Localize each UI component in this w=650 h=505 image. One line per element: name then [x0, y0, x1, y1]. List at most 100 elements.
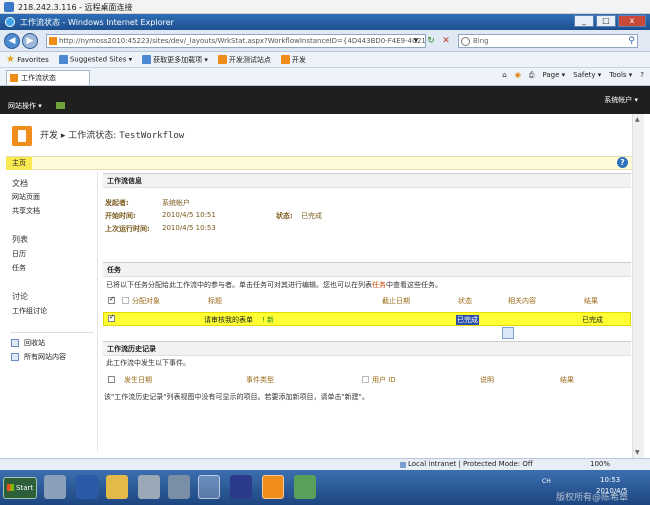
vertical-scrollbar[interactable]: ▲ ▼ [632, 114, 644, 458]
favorite-addons[interactable]: 获取更多加载项 ▾ [142, 55, 208, 65]
column-occurred[interactable]: 发生日期 [124, 375, 152, 385]
table-row[interactable]: 请审核我的表单 ! 新 已完成 已完成 [103, 312, 631, 326]
nav-item-team-discussion[interactable]: 工作组讨论 [12, 306, 47, 316]
ie-icon [5, 17, 15, 27]
nav-header-lists[interactable]: 列表 [12, 234, 28, 245]
column-event-type[interactable]: 事件类型 [246, 375, 274, 385]
watermark: 版权所有@陈希章 [556, 493, 629, 503]
feeds-icon[interactable]: ◉ [515, 71, 521, 80]
column-title[interactable]: 标题 [208, 296, 222, 306]
sp-header: 开发 ▸ 工作流状态: TestWorkflow [0, 114, 632, 154]
started-value: 2010/4/5 10:51 [162, 211, 216, 219]
close-button[interactable]: x [618, 15, 646, 27]
breadcrumb-site[interactable]: 开发 [40, 131, 58, 141]
site-actions-menu[interactable]: 网站操作 ▾ [8, 101, 42, 111]
page-menu[interactable]: Page ▾ [542, 71, 565, 80]
nav-divider [10, 332, 94, 333]
favorite-dev[interactable]: 开发 [280, 55, 306, 65]
print-icon[interactable]: ⎙ [529, 71, 535, 80]
stop-icon[interactable]: ✕ [440, 35, 452, 47]
settings-gear-icon[interactable] [168, 475, 190, 499]
nav-item-site-pages[interactable]: 网站页面 [12, 192, 40, 202]
nav-item-recycle-bin[interactable]: 回收站 [24, 338, 45, 348]
back-button[interactable]: ◀ [4, 33, 20, 49]
language-indicator[interactable]: CH [542, 478, 551, 485]
sharepoint-icon [10, 74, 18, 82]
column-due-date[interactable]: 截止日期 [382, 296, 410, 306]
minimize-button[interactable]: _ [574, 15, 594, 27]
server-manager-icon[interactable] [44, 475, 66, 499]
tools-icon[interactable] [138, 475, 160, 499]
command-bar: ⌂ ◉ ⎙ Page ▾ Safety ▾ Tools ▾ ? [502, 71, 644, 80]
favorite-suggested-sites[interactable]: Suggested Sites ▾ [58, 55, 132, 64]
powershell-icon[interactable] [76, 475, 98, 499]
internet-explorer-icon[interactable] [198, 475, 220, 499]
zoom-level[interactable]: 100% [590, 460, 610, 468]
address-bar[interactable]: http://nymoss2010:45223/sites/dev/_layou… [46, 34, 426, 48]
search-box[interactable]: Bing ⚲ [458, 34, 638, 48]
nav-item-all-content[interactable]: 所有网站内容 [24, 352, 66, 362]
security-zone[interactable]: Local intranet | Protected Mode: Off [408, 460, 533, 468]
select-all-checkbox[interactable] [108, 295, 115, 304]
navigate-up-icon[interactable] [56, 102, 65, 109]
status-value: 已完成 [301, 212, 322, 220]
favorite-dev-test-site[interactable]: 开发测试站点 [217, 55, 271, 65]
status-bar: Local intranet | Protected Mode: Off 100… [0, 458, 650, 470]
column-status[interactable]: 状态 [458, 296, 472, 306]
tasks-list-link[interactable]: 任务 [372, 281, 386, 289]
status-label: 状态: [276, 212, 293, 220]
help-menu[interactable]: ? [640, 71, 644, 80]
row-checkbox[interactable] [108, 313, 115, 322]
compat-icon[interactable]: ▾ [410, 35, 422, 47]
home-icon[interactable]: ⌂ [502, 71, 506, 80]
tab-row: 工作流状态 ⌂ ◉ ⎙ Page ▾ Safety ▾ Tools ▾ ? [0, 68, 650, 86]
tab-workflow-status[interactable]: 工作流状态 [6, 70, 90, 85]
forward-button[interactable]: ▶ [22, 33, 38, 49]
ie-window-title: 工作流状态 - Windows Internet Explorer [20, 18, 174, 27]
address-text: http://nymoss2010:45223/sites/dev/_layou… [59, 37, 426, 45]
user-menu[interactable]: 系统帐户 ▾ [604, 95, 638, 105]
scroll-down-icon[interactable]: ▼ [635, 449, 640, 456]
sharepoint-designer-icon[interactable] [262, 475, 284, 499]
nav-header-discussions[interactable]: 讨论 [12, 291, 28, 302]
help-icon[interactable]: ? [617, 157, 628, 168]
section-header-tasks: 任务 [103, 262, 631, 277]
column-outcome[interactable]: 结果 [584, 296, 598, 306]
column-assigned-to[interactable]: 分配对象 [132, 296, 160, 306]
nav-item-tasks[interactable]: 任务 [12, 263, 26, 273]
nav-item-shared-documents[interactable]: 共享文档 [12, 206, 40, 216]
recycle-bin-icon [11, 339, 19, 347]
infinity-app-icon[interactable] [230, 475, 252, 499]
column-result[interactable]: 结果 [560, 375, 574, 385]
column-related-content[interactable]: 相关内容 [508, 296, 536, 306]
scroll-up-icon[interactable]: ▲ [635, 116, 640, 123]
search-icon[interactable]: ⚲ [628, 35, 635, 47]
user-id-checkbox[interactable] [362, 376, 369, 383]
bing-icon [461, 37, 470, 46]
nav-header-documents[interactable]: 文档 [12, 178, 28, 189]
tab-home[interactable]: 主页 [6, 157, 32, 170]
explorer-folder-icon[interactable] [106, 475, 128, 499]
start-button[interactable]: Start [3, 477, 37, 499]
refresh-icon[interactable]: ↻ [425, 35, 437, 47]
sp-ribbon: 网站操作 ▾ 系统帐户 ▾ [0, 86, 650, 114]
column-user-id[interactable]: 用户 ID [372, 375, 396, 385]
sharepoint-icon [280, 55, 290, 64]
site-favicon [49, 37, 57, 45]
top-nav: 主页 [6, 156, 632, 170]
clock-time[interactable]: 10:53 [600, 476, 620, 484]
taskbar: Start CH 10:53 2010/4/5 [0, 470, 650, 505]
history-select-all-checkbox[interactable] [108, 376, 115, 383]
assigned-to-sort-checkbox[interactable] [122, 297, 129, 304]
search-placeholder: Bing [473, 37, 489, 45]
breadcrumb: 开发 ▸ 工作流状态: TestWorkflow [40, 128, 184, 141]
safety-menu[interactable]: Safety ▾ [573, 71, 601, 80]
nav-item-calendar[interactable]: 日历 [12, 249, 26, 259]
maximize-button[interactable]: □ [596, 15, 616, 27]
favorites-button[interactable]: ★ Favorites [6, 54, 49, 65]
column-description[interactable]: 说明 [480, 375, 494, 385]
network-app-icon[interactable] [294, 475, 316, 499]
site-logo-icon [12, 126, 32, 146]
task-title-link[interactable]: 请审核我的表单 [204, 315, 253, 325]
tools-menu[interactable]: Tools ▾ [609, 71, 632, 80]
